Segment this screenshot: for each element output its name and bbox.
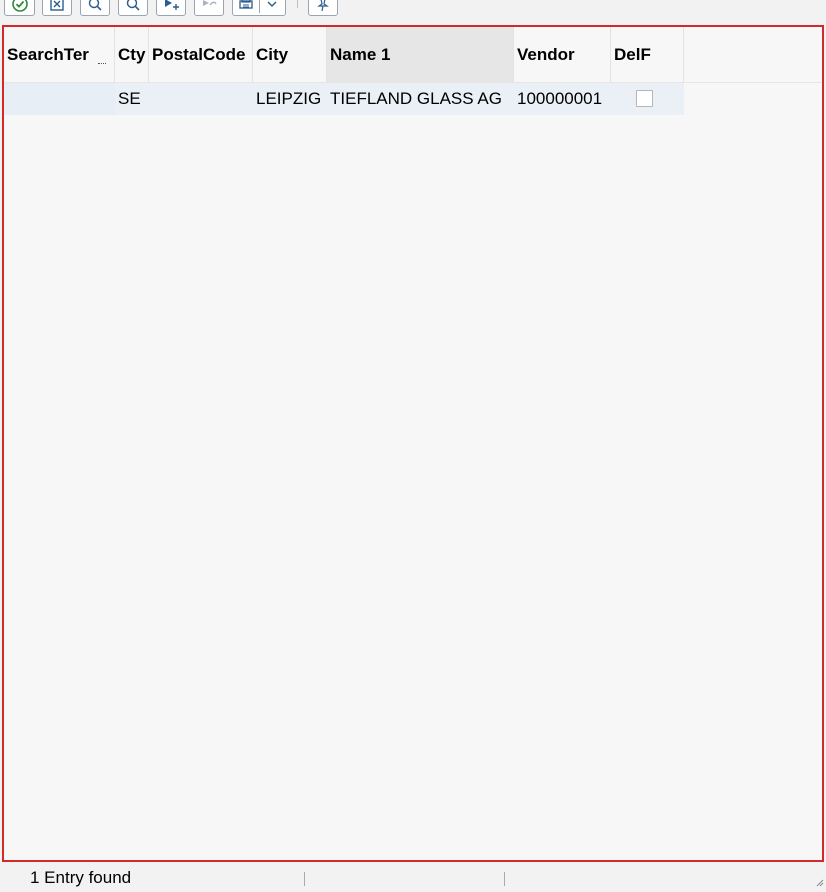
magnifier-icon [87, 0, 103, 12]
column-header-postal-code[interactable]: PostalCode [149, 27, 253, 82]
toolbar-separator [297, 0, 298, 8]
hold-values-button[interactable] [308, 0, 338, 16]
column-header-country[interactable]: Cty [115, 27, 149, 82]
grid-header-row: SearchTer Cty PostalCode City Name 1 Ven… [4, 27, 822, 83]
pushpin-icon [315, 0, 331, 12]
cancel-button[interactable] [42, 0, 72, 16]
resize-grip-icon[interactable] [814, 874, 824, 887]
column-header-city[interactable]: City [253, 27, 327, 82]
cell-city[interactable]: LEIPZIG [253, 83, 327, 115]
cell-vendor[interactable]: 100000001 [514, 83, 611, 115]
print-button[interactable] [232, 0, 286, 16]
add-to-personal-list-button[interactable] [156, 0, 186, 16]
table-row[interactable]: SE LEIPZIG TIEFLAND GLASS AG 100000001 [4, 83, 822, 115]
split-divider [259, 0, 260, 13]
pin-add-icon [162, 0, 180, 12]
continue-button[interactable] [4, 0, 35, 16]
column-header-delf[interactable]: DelF [611, 27, 684, 82]
deletion-flag-checkbox[interactable] [636, 90, 653, 107]
cell-search-term[interactable] [4, 83, 115, 115]
chevron-down-icon[interactable] [265, 0, 279, 11]
status-separator [504, 872, 505, 886]
find-button[interactable] [80, 0, 110, 16]
results-grid: SearchTer Cty PostalCode City Name 1 Ven… [2, 25, 824, 862]
column-header-search-term[interactable]: SearchTer [4, 27, 115, 82]
find-next-button[interactable] [118, 0, 148, 16]
printer-icon [237, 0, 255, 12]
toolbar [0, 0, 826, 18]
magnifier-next-icon [125, 0, 141, 12]
status-message: 1 Entry found [30, 868, 132, 887]
status-bar: 1 Entry found [0, 862, 826, 887]
column-header-name1[interactable]: Name 1 [327, 27, 514, 82]
remove-from-personal-list-button[interactable] [194, 0, 224, 16]
cell-delf[interactable] [611, 83, 684, 115]
close-box-icon [49, 0, 65, 12]
column-header-vendor[interactable]: Vendor [514, 27, 611, 82]
pin-remove-icon [200, 0, 218, 12]
cell-name1[interactable]: TIEFLAND GLASS AG [327, 83, 514, 115]
cell-postal-code[interactable] [149, 83, 253, 115]
checkmark-circle-icon [11, 0, 29, 13]
status-separator [304, 872, 305, 886]
cell-country[interactable]: SE [115, 83, 149, 115]
